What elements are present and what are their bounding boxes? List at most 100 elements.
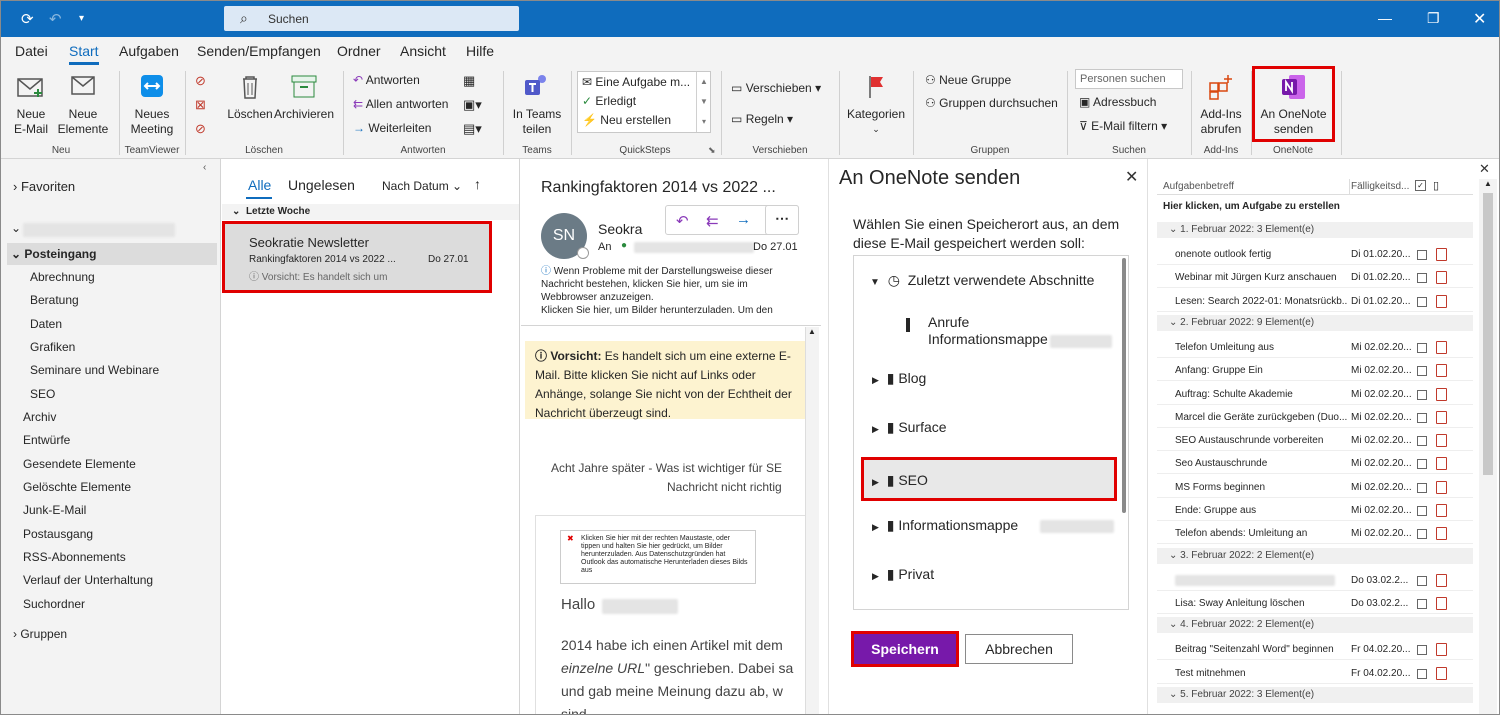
forward-icon[interactable]: → [736, 211, 751, 228]
rules-button[interactable]: ▭ Regeln ▾ [731, 112, 793, 126]
tab-ansicht[interactable]: Ansicht [400, 43, 446, 59]
delete-button[interactable]: Löschen [227, 73, 273, 122]
tab-ordner[interactable]: Ordner [337, 43, 381, 59]
task-row[interactable]: Webinar mit Jürgen Kurz anschauen Di 01.0… [1157, 268, 1473, 289]
notebook-privat[interactable]: ▶ ▮ Privat [872, 566, 934, 583]
task-complete-checkbox[interactable] [1417, 389, 1427, 400]
task-row[interactable]: Lisa: Sway Anleitung löschen Do 03.02.2..… [1157, 594, 1473, 614]
recent-section-item[interactable]: Anrufe Informationsmappe [928, 314, 1048, 348]
sync-icon[interactable]: ⟳ [21, 10, 34, 28]
tab-hilfe[interactable]: Hilfe [466, 43, 494, 59]
cleanup-icon[interactable]: ⊠ [195, 97, 206, 113]
more-reply-icon[interactable]: ▤▾ [463, 121, 482, 137]
col-subject[interactable]: Aufgabenbetreff [1163, 181, 1234, 192]
folder-postausgang[interactable]: Postausgang [23, 527, 93, 541]
task-complete-checkbox[interactable] [1417, 506, 1427, 516]
reply-icon[interactable]: ↶ [676, 212, 689, 230]
blocked-image[interactable]: ✖ Klicken Sie hier mit der rechten Maust… [560, 530, 756, 584]
chevron-down-icon[interactable]: ⌄ [11, 221, 21, 235]
task-complete-checkbox[interactable] [1417, 366, 1427, 377]
filter-mail-button[interactable]: ⊽ E-Mail filtern ▾ [1079, 119, 1167, 133]
tab-aufgaben[interactable]: Aufgaben [119, 43, 179, 59]
task-complete-checkbox[interactable] [1417, 575, 1427, 586]
teamviewer-meeting-button[interactable]: Neues Meeting [125, 73, 179, 137]
collapse-pane-icon[interactable]: ‹ [203, 162, 206, 173]
check-column-icon[interactable]: ✓ [1415, 180, 1426, 191]
task-complete-checkbox[interactable] [1417, 296, 1427, 307]
task-row[interactable]: MS Forms beginnen Mi 02.02.20... [1157, 478, 1473, 498]
share-teams-button[interactable]: In Teams teilen [509, 73, 565, 137]
minimize-icon[interactable]: — [1378, 10, 1392, 26]
folder-junk[interactable]: Junk-E-Mail [23, 503, 86, 517]
ignore-icon[interactable]: ⊘ [195, 73, 206, 89]
folder-suchordner[interactable]: Suchordner [23, 597, 85, 611]
close-icon[interactable]: ✕ [1473, 9, 1486, 29]
scroll-up-icon[interactable]: ▲ [808, 327, 816, 336]
more-actions-button[interactable]: ⋯ [765, 205, 799, 235]
task-group-header[interactable]: ⌄ 2. Februar 2022: 9 Element(e) [1157, 314, 1473, 331]
body-scrollbar[interactable]: ▲ [805, 327, 819, 714]
task-complete-checkbox[interactable] [1417, 412, 1427, 423]
undo-icon[interactable]: ↶ [49, 10, 62, 28]
task-row[interactable]: Seo Austauschrunde Mi 02.02.20... [1157, 454, 1473, 475]
task-row[interactable]: Marcel die Geräte zurückgeben (Duo... Mi … [1157, 408, 1473, 428]
task-group-header[interactable]: ⌄ 4. Februar 2022: 2 Element(e) [1157, 617, 1473, 634]
reply-all-button[interactable]: ⇇ Allen antworten [353, 97, 448, 111]
browse-groups-button[interactable]: ⚇ Gruppen durchsuchen [925, 96, 1058, 110]
task-row[interactable]: Do 03.02.2... [1157, 571, 1473, 591]
task-row[interactable]: Telefon abends: Umleitung an Mi 02.02.20.… [1157, 524, 1473, 545]
task-complete-checkbox[interactable] [1417, 529, 1427, 540]
notebook-blog[interactable]: ▶ ▮ Blog [872, 370, 926, 387]
archive-button[interactable]: Archivieren [273, 73, 335, 122]
tree-scrollbar[interactable] [1122, 258, 1126, 513]
folder-archiv[interactable]: Archiv [23, 410, 56, 424]
task-row[interactable]: onenote outlook fertig Di 01.02.20... [1157, 245, 1473, 265]
meeting-reply-icon[interactable]: ▦ [463, 73, 475, 89]
tab-datei[interactable]: Datei [15, 43, 48, 59]
task-group-header[interactable]: ⌄ 3. Februar 2022: 2 Element(e) [1157, 547, 1473, 564]
categories-button[interactable]: Kategorien ⌄ [845, 73, 907, 137]
folder-seo[interactable]: SEO [30, 387, 55, 401]
task-row[interactable]: Auftrag: Schulte Akademie Mi 02.02.20... [1157, 385, 1473, 405]
quickstep-1[interactable]: ✉ Eine Aufgabe m... [582, 75, 690, 89]
task-group-header[interactable]: ⌄ 1. Februar 2022: 3 Element(e) [1157, 222, 1473, 238]
new-group-button[interactable]: ⚇ Neue Gruppe [925, 73, 1011, 87]
folder-seminare[interactable]: Seminare und Webinare [30, 363, 159, 377]
tab-start[interactable]: Start [69, 43, 99, 65]
junk-icon[interactable]: ⊘ [195, 121, 206, 137]
col-due[interactable]: Fälligkeitsd... [1351, 181, 1409, 192]
section-header[interactable]: ⌄ Letzte Woche [222, 204, 519, 220]
quickstep-2[interactable]: ✓ Erledigt [582, 94, 636, 108]
task-complete-checkbox[interactable] [1417, 436, 1427, 447]
reply-button[interactable]: ↶ Antworten [353, 73, 420, 87]
groups-folder[interactable]: › Gruppen [13, 627, 67, 641]
notebook-informationsmappe[interactable]: ▶ ▮ Informationsmappe [872, 517, 1018, 534]
quickstep-3[interactable]: ⚡ Neu erstellen [582, 113, 671, 127]
task-row[interactable]: Ende: Gruppe aus Mi 02.02.20... [1157, 501, 1473, 521]
folder-rss[interactable]: RSS-Abonnements [23, 550, 126, 564]
save-button[interactable]: Speichern [851, 631, 959, 667]
task-complete-checkbox[interactable] [1417, 668, 1427, 679]
new-items-button[interactable]: Neue Elemente [57, 73, 109, 137]
task-complete-checkbox[interactable] [1417, 645, 1427, 656]
task-complete-checkbox[interactable] [1417, 459, 1427, 470]
task-complete-checkbox[interactable] [1417, 342, 1427, 353]
task-complete-checkbox[interactable] [1417, 250, 1427, 260]
filter-unread-tab[interactable]: Ungelesen [288, 177, 355, 193]
get-addins-button[interactable]: Add-Ins abrufen [1195, 73, 1247, 137]
im-reply-icon[interactable]: ▣▾ [463, 97, 482, 113]
restore-icon[interactable]: ❐ [1427, 10, 1440, 27]
move-button[interactable]: ▭ Verschieben ▾ [731, 81, 821, 95]
people-search-input[interactable]: Personen suchen [1075, 69, 1183, 89]
task-row[interactable]: Beitrag "Seitenzahl Word" beginnen Fr 04.… [1157, 640, 1473, 661]
info-banner[interactable]: ⓘ Wenn Probleme mit der Darstellungsweis… [541, 265, 801, 317]
task-group-header[interactable]: ⌄ 5. Februar 2022: 3 Element(e) [1157, 686, 1473, 703]
flag-column-icon[interactable]: ▯ [1433, 179, 1439, 192]
recent-sections-node[interactable]: ▼ ◷ Zuletzt verwendete Abschnitte [870, 272, 1094, 289]
send-to-onenote-button[interactable]: An OneNote senden [1252, 66, 1335, 142]
sender-name[interactable]: Seokra [598, 221, 642, 237]
close-icon[interactable]: ✕ [1125, 167, 1138, 187]
task-complete-checkbox[interactable] [1417, 273, 1427, 284]
task-row[interactable]: Anfang: Gruppe Ein Mi 02.02.20... [1157, 361, 1473, 382]
scroll-up-icon[interactable]: ▲ [1484, 179, 1492, 188]
